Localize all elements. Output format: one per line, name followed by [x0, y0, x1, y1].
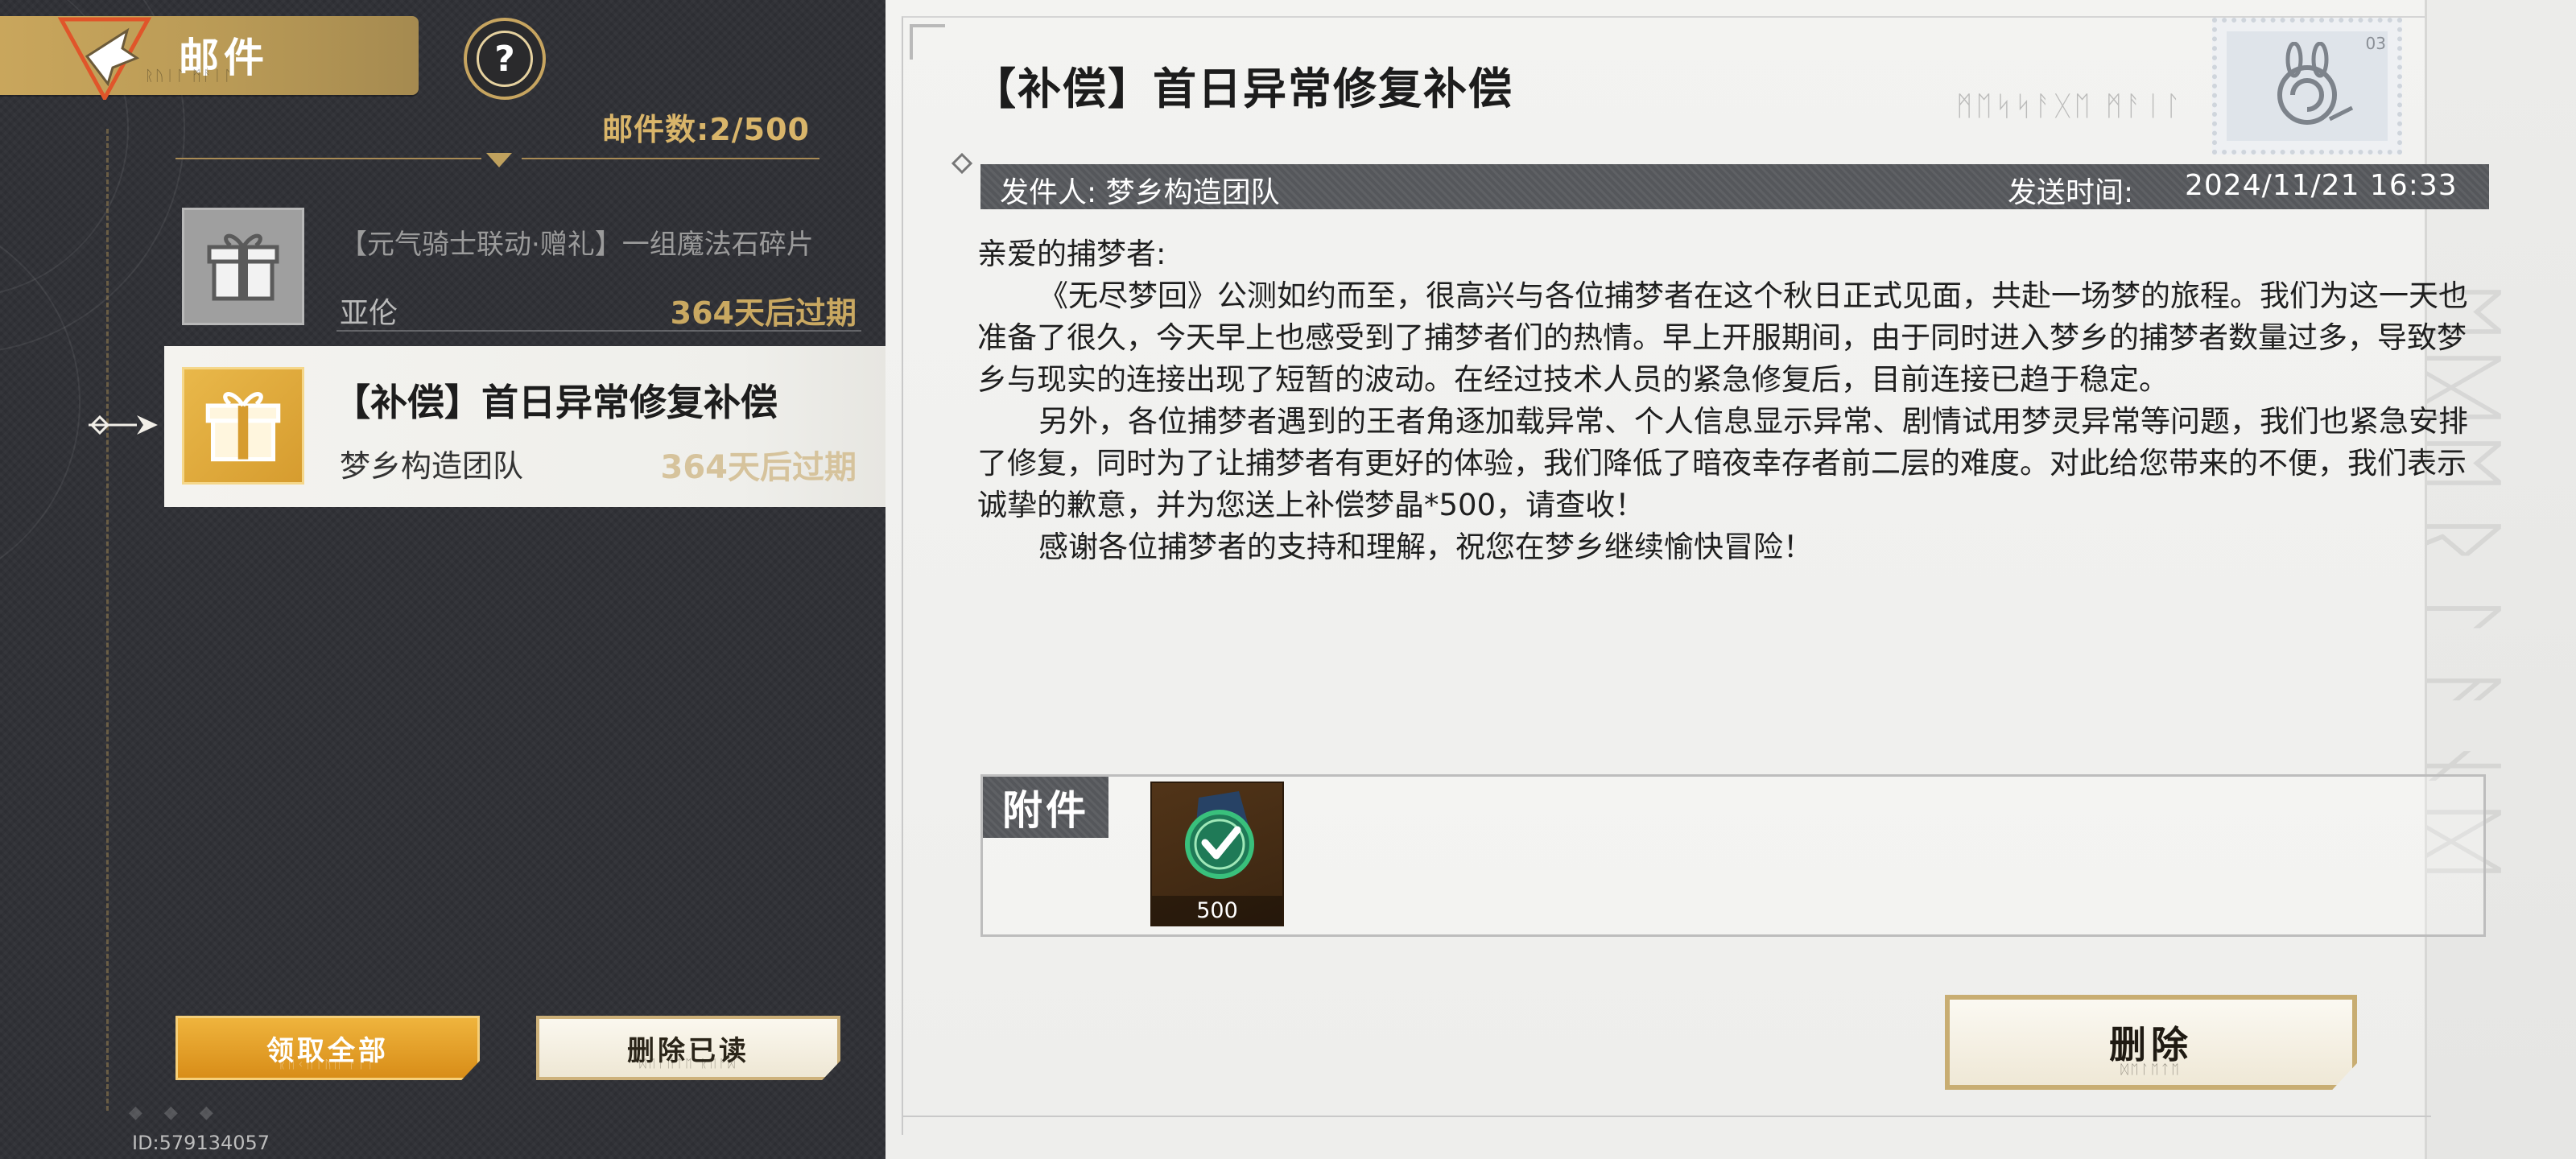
send-time-label: 发送时间: [2008, 176, 2134, 209]
mail-subject: 【补偿】首日异常修复补偿 [972, 64, 1513, 114]
mail-list-panel: 邮件 ᚱᚢᛁᛚ ᛗᚨᛁᛚ ? 邮件数:2/500 【元气骑士联动·赠礼】一组魔法… [0, 0, 886, 1159]
gift-box-icon [182, 208, 304, 325]
decorative-dashed-line [106, 129, 109, 1111]
claim-all-button[interactable]: 领取全部 ᚱᛖᚲᛖᛁᚢᛖ ᚨᛚᛚ [175, 1016, 480, 1080]
mail-count: 邮件数:2/500 [602, 112, 810, 147]
rabbit-stamp-icon [2227, 31, 2388, 141]
attachments-label: 附件 [983, 777, 1108, 838]
button-decorative-text: ᚱᛖᚲᛖᛁᚢᛖ ᚨᛚᛚ [279, 1058, 377, 1071]
count-divider [175, 153, 819, 167]
button-decorative-text: ᛞᛖᛚᛖᛏᛖ [2120, 1062, 2182, 1077]
stamp: 03 [2212, 18, 2402, 155]
mail-info-bar: 发件人: 梦乡构造团队 发送时间: 2024/11/21 16:33 [980, 164, 2489, 209]
mail-expiry: 364天后过期 [660, 449, 857, 486]
user-id: ID:579134057 [132, 1132, 270, 1154]
mail-detail-panel: ᛖᛞᛖᚱᛚᚨᚾᛞ 【补偿】首日异常修复补偿 ᛗᛖᛋᛋᚨᚷᛖ ᛗᚨᛁᛚ 03 发件… [886, 0, 2576, 1159]
attachment-quantity: 500 [1152, 896, 1282, 925]
mail-sender: 梦乡构造团队 [340, 448, 524, 484]
down-arrow-icon [486, 153, 512, 167]
divider [336, 330, 861, 332]
delete-read-button[interactable]: 删除已读 ᛞᛖᛚᛖᛏᛖ ᚱᛖᚨᛞ [536, 1016, 840, 1080]
attachments-box: 附件 500 [980, 774, 2486, 937]
mail-title: 【补偿】首日异常修复补偿 [333, 381, 778, 424]
help-button[interactable]: ? [464, 18, 546, 100]
mail-list-item-selected[interactable]: 【补偿】首日异常修复补偿 梦乡构造团队 364天后过期 [164, 346, 886, 507]
gift-box-icon [182, 367, 304, 485]
mail-body-paragraph: 《无尽梦回》公测如约而至，很高兴与各位捕梦者在这个秋日正式见面，共赴一场梦的旅程… [977, 278, 2468, 397]
mail-list-item[interactable]: 【元气骑士联动·赠礼】一组魔法石碎片 亚伦 364天后过期 [164, 187, 886, 344]
subject-decorative-text: ᛗᛖᛋᛋᚨᚷᛖ ᛗᚨᛁᛚ [1956, 90, 2185, 122]
question-mark-icon: ? [477, 31, 533, 87]
back-arrow-icon [57, 17, 152, 103]
dream-crystal-icon [1185, 791, 1254, 879]
decorative-glyphs: ◆ ◆ ◆ [129, 1103, 221, 1123]
mail-body-paragraph: 另外，各位捕梦者遇到的王者角逐加载异常、个人信息显示异常、剧情试用梦灵异常等问题… [977, 404, 2468, 522]
mail-title: 【元气骑士联动·赠礼】一组魔法石碎片 [340, 229, 814, 261]
header-decorative-text: ᚱᚢᛁᛚ ᛗᚨᛁᛚ [145, 68, 234, 85]
mail-expiry: 364天后过期 [670, 295, 857, 331]
back-button[interactable] [56, 16, 153, 103]
sender-line: 发件人: 梦乡构造团队 [1000, 176, 1280, 209]
mail-body-greeting: 亲爱的捕梦者: [977, 237, 1166, 271]
attachment-item[interactable]: 500 [1150, 782, 1284, 926]
stamp-number: 03 [2365, 34, 2386, 53]
selected-pointer-icon [89, 409, 161, 441]
button-decorative-text: ᛞᛖᛚᛖᛏᛖ ᚱᛖᚨᛞ [639, 1058, 737, 1070]
bottom-divider [902, 1116, 2431, 1117]
mail-body: 亲爱的捕梦者: 《无尽梦回》公测如约而至，很高兴与各位捕梦者在这个秋日正式见面，… [977, 233, 2483, 568]
send-time-value: 2024/11/21 16:33 [2185, 169, 2458, 202]
diamond-marker-icon [950, 151, 974, 175]
mail-body-paragraph: 感谢各位捕梦者的支持和理解，祝您在梦乡继续愉快冒险！ [1038, 530, 1813, 564]
delete-button[interactable]: 删除 ᛞᛖᛚᛖᛏᛖ [1945, 995, 2357, 1090]
mail-sender: 亚伦 [340, 297, 398, 330]
